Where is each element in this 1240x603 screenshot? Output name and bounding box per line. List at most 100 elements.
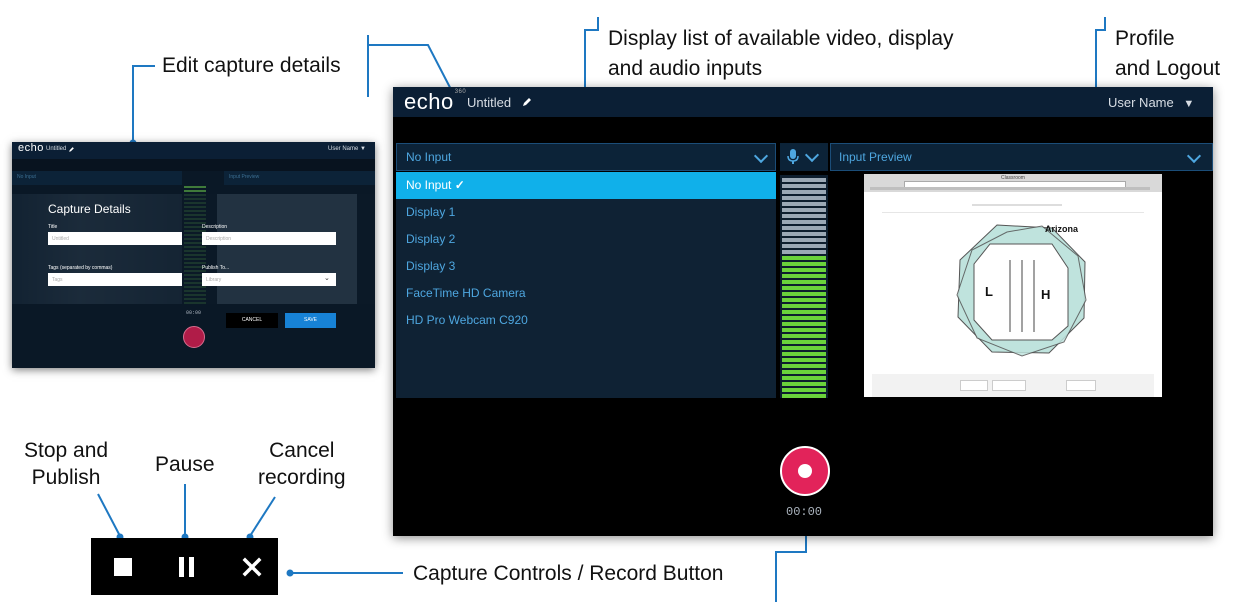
caret-down-icon: ▼ <box>360 146 366 152</box>
input-option-display-3[interactable]: Display 3 <box>396 253 776 280</box>
small-timer: 00:00 <box>186 310 202 316</box>
small-user-name: User Name <box>328 146 359 152</box>
small-input-select[interactable]: No Input <box>12 171 182 185</box>
pause-button[interactable] <box>157 538 217 595</box>
tags-label: Tags (separated by commas) <box>48 265 113 271</box>
footer-button <box>960 380 988 391</box>
header-spacer <box>393 117 1213 143</box>
input-select[interactable]: No Input <box>396 143 776 171</box>
small-record-button[interactable] <box>183 326 205 348</box>
audio-level-meter <box>780 175 828 398</box>
footer-button <box>992 380 1026 391</box>
small-band <box>12 159 375 171</box>
meter-segment <box>782 322 826 326</box>
audio-input-select[interactable] <box>780 143 828 171</box>
echo-logo: echo360 <box>404 89 467 114</box>
input-option-webcam-c920[interactable]: HD Pro Webcam C920 <box>396 307 776 334</box>
meter-segment <box>782 220 826 224</box>
meter-segment <box>782 256 826 260</box>
input-preview-label: Input Preview <box>839 150 912 164</box>
callout-cancel-line1: Cancel <box>269 439 335 462</box>
meter-segment <box>782 328 826 332</box>
input-option-no-input[interactable]: No Input ✓ <box>396 172 776 199</box>
publish-label: Publish To... <box>202 265 230 271</box>
callout-stop-line1: Stop and <box>24 439 109 462</box>
webpage-content: Arizona L H <box>872 192 1154 397</box>
capture-controls-bar <box>91 538 278 595</box>
small-capture-title[interactable]: Untitled <box>46 146 66 152</box>
record-button[interactable] <box>780 446 830 496</box>
small-user-menu[interactable]: User Name ▼ <box>328 146 366 152</box>
meter-segment <box>782 232 826 236</box>
input-option-display-1[interactable]: Display 1 <box>396 199 776 226</box>
meter-segment <box>782 340 826 344</box>
tags-placeholder: Tags <box>52 277 63 283</box>
stop-publish-button[interactable] <box>94 538 154 595</box>
input-option-facetime-camera[interactable]: FaceTime HD Camera <box>396 280 776 307</box>
page-instructions <box>972 204 1062 206</box>
meter-segment <box>782 250 826 254</box>
meter-segment <box>782 190 826 194</box>
small-preview-select[interactable]: Input Preview <box>224 171 375 185</box>
publish-select[interactable]: Library ⌄ <box>202 273 336 286</box>
state-label: Arizona <box>1045 224 1079 234</box>
capture-details-window: echo Untitled User Name ▼ No Input Input… <box>12 142 375 368</box>
meter-segment <box>782 202 826 206</box>
publish-value: Library <box>206 277 222 283</box>
meter-segment <box>782 238 826 242</box>
meter-segment <box>782 298 826 302</box>
input-preview-select[interactable]: Input Preview <box>830 143 1213 171</box>
capture-details-dialog: Capture Details Title Untitled Descripti… <box>12 194 375 304</box>
capture-title[interactable]: Untitled <box>467 95 511 110</box>
input-select-value: No Input <box>406 150 452 164</box>
callout-cancel-line2: recording <box>258 466 346 489</box>
input-option-display-2[interactable]: Display 2 <box>396 226 776 253</box>
meter-segment <box>782 262 826 266</box>
meter-segment <box>782 208 826 212</box>
pencil-icon[interactable] <box>521 96 533 108</box>
input-preview-image: Classroom Arizona L H <box>864 174 1162 397</box>
footer-icons <box>1028 380 1062 389</box>
app-header: echo360 Untitled User Name ▼ <box>393 87 1213 117</box>
page-footer <box>872 374 1154 397</box>
capture-app-window: echo360 Untitled User Name ▼ No Input No… <box>393 87 1213 536</box>
save-button[interactable]: SAVE <box>285 313 336 328</box>
caret-down-icon: ▼ <box>1183 98 1195 110</box>
cancel-recording-button[interactable] <box>222 538 282 595</box>
pause-icon <box>179 557 184 577</box>
user-menu[interactable]: User Name ▼ <box>1108 95 1194 110</box>
tags-input[interactable]: Tags <box>48 273 182 286</box>
meter-segment <box>782 214 826 218</box>
input-dropdown-list: No Input ✓ Display 1 Display 2 Display 3… <box>396 172 776 398</box>
microphone-icon <box>787 149 799 164</box>
title-input[interactable]: Untitled <box>48 232 182 245</box>
small-app-header: echo Untitled User Name ▼ <box>12 142 375 159</box>
pause-icon-bar <box>189 557 194 577</box>
cancel-button[interactable]: CANCEL <box>226 313 278 328</box>
callout-edit-capture: Edit capture details <box>162 54 341 77</box>
pencil-icon[interactable] <box>68 146 75 153</box>
x-icon <box>242 557 262 577</box>
meter-segment <box>782 334 826 338</box>
small-preview-label: Input Preview <box>229 174 260 180</box>
meter-segment <box>782 304 826 308</box>
meter-segment <box>782 388 826 392</box>
meter-segment <box>782 376 826 380</box>
meter-segment <box>782 244 826 248</box>
meter-segment <box>782 178 826 182</box>
letter-l: L <box>985 284 993 299</box>
dialog-heading: Capture Details <box>48 202 131 216</box>
description-input[interactable]: Description <box>202 232 336 245</box>
meter-segment <box>782 196 826 200</box>
meter-segment <box>782 292 826 296</box>
small-input-select-value: No Input <box>17 174 36 180</box>
description-placeholder: Description <box>206 236 232 242</box>
chevron-down-icon: ⌄ <box>324 275 330 282</box>
chevron-down-icon <box>753 148 769 164</box>
meter-segment <box>782 226 826 230</box>
chevron-down-icon <box>1186 148 1202 164</box>
callout-capture-controls: Capture Controls / Record Button <box>413 562 724 585</box>
callout-display-list-line1: Display list of available video, display <box>608 27 954 50</box>
octagon-diagram <box>956 224 1087 357</box>
meter-segment <box>782 274 826 278</box>
